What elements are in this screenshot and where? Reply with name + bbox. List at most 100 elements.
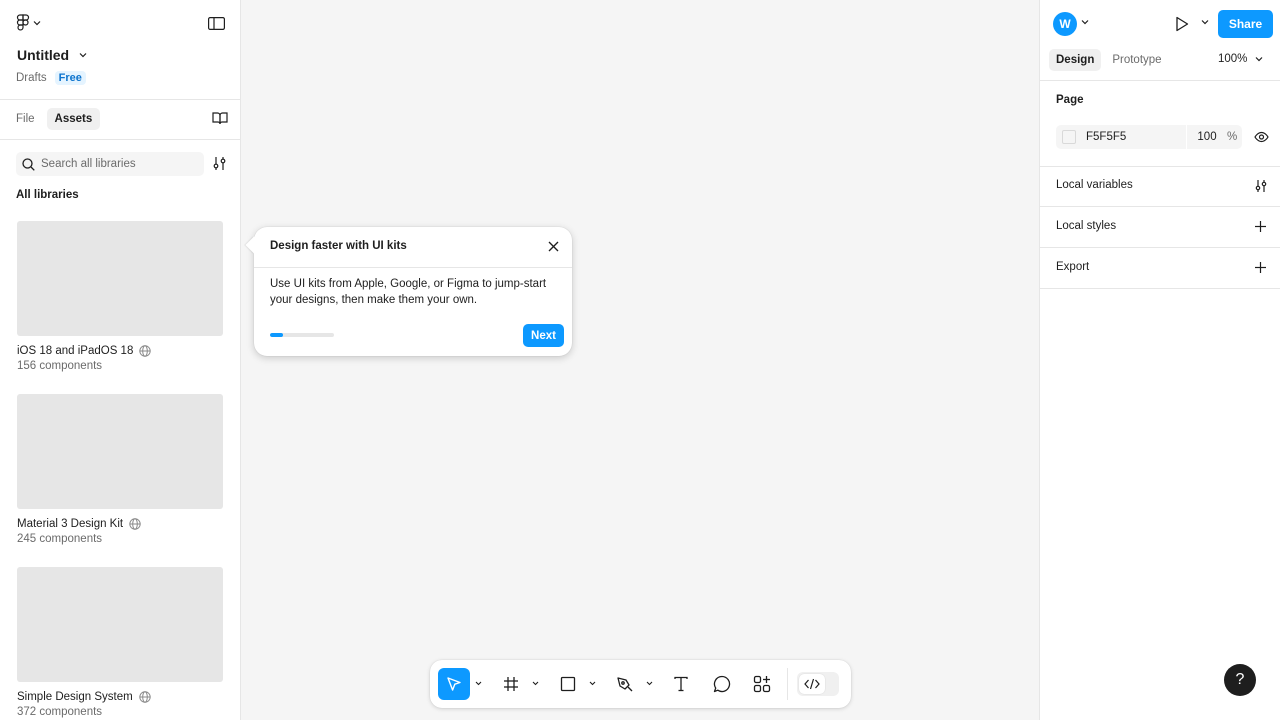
chevron-down-icon [1255,56,1263,62]
library-name-row: Material 3 Design Kit [17,518,223,530]
rectangle-tool-icon [560,676,576,692]
search-icon [22,157,35,171]
eye-icon[interactable] [1254,131,1269,143]
search-input[interactable] [41,158,201,170]
library-count: 245 components [17,533,103,545]
chevron-down-icon[interactable] [1081,19,1089,25]
color-swatch[interactable] [1062,130,1076,144]
chevron-down-icon[interactable] [646,681,653,686]
pen-tool-icon [616,675,634,693]
globe-icon [139,345,152,357]
library-thumbnail [17,567,223,682]
avatar[interactable]: W [1053,12,1077,36]
local-styles-label: Local styles [1056,220,1117,232]
rectangle-tool-button[interactable] [552,668,584,700]
progress-fill [270,333,283,337]
library-card[interactable]: Material 3 Design Kit 245 components [17,394,223,545]
library-name-row: Simple Design System [17,691,223,703]
local-variables-label[interactable]: Local variables [1056,179,1133,191]
chevron-down-icon[interactable] [589,681,596,686]
dev-mode-toggle[interactable] [797,672,839,696]
actions-icon [753,675,771,693]
chevron-down-icon[interactable] [532,681,539,686]
onboarding-popover: Design faster with UI kits Use UI kits f… [245,227,572,356]
divider [1040,166,1280,167]
comment-tool-icon [713,675,731,693]
toolbar-divider [787,668,788,700]
book-icon[interactable] [212,111,228,125]
figma-logo-icon [16,14,30,32]
text-tool-icon [673,676,689,692]
tab-prototype[interactable]: Prototype [1105,49,1168,71]
popover-title: Design faster with UI kits [270,240,407,252]
sliders-icon[interactable] [1254,179,1268,193]
export-label: Export [1056,261,1090,273]
filter-icon[interactable] [212,156,227,171]
frame-tool-icon [503,676,519,692]
divider [0,139,240,140]
share-button[interactable]: Share [1218,10,1273,38]
library-thumbnail [17,394,223,509]
opacity-unit: % [1227,131,1238,143]
file-title-text: Untitled [17,47,70,63]
actions-button[interactable] [746,668,778,700]
play-icon[interactable] [1175,16,1189,32]
main-menu-button[interactable] [16,14,41,32]
library-name-row: iOS 18 and iPadOS 18 [17,345,223,357]
help-button[interactable]: ? [1224,664,1256,696]
file-meta: Drafts Free [16,71,86,85]
library-name: iOS 18 and iPadOS 18 [17,345,134,357]
bottom-toolbar [430,660,851,708]
text-tool-button[interactable] [665,668,697,700]
divider [1040,247,1280,248]
next-button[interactable]: Next [523,324,564,347]
library-count: 156 components [17,360,103,372]
left-tabs: File Assets [8,108,101,130]
right-tabs: Design Prototype [1049,49,1169,71]
frame-tool-button[interactable] [495,668,527,700]
file-title[interactable]: Untitled [17,47,87,63]
library-card[interactable]: Simple Design System 372 components [17,567,223,718]
library-card[interactable]: iOS 18 and iPadOS 18 156 components [17,221,223,372]
comment-tool-button[interactable] [706,668,738,700]
left-sidebar: Untitled Drafts Free File Assets All lib… [0,0,241,720]
divider [1040,206,1280,207]
library-name: Simple Design System [17,691,133,703]
zoom-control[interactable]: 100% [1218,53,1263,65]
divider [254,267,572,268]
libraries-heading: All libraries [16,189,79,201]
search-field[interactable] [16,152,204,176]
code-icon [799,674,825,694]
move-tool-button[interactable] [438,668,470,700]
tab-assets[interactable]: Assets [46,108,101,130]
library-thumbnail [17,221,223,336]
zoom-value: 100% [1218,53,1248,65]
move-tool-icon [445,675,463,693]
page-section-title: Page [1056,94,1084,106]
popover-pointer [245,236,263,254]
globe-icon [138,691,151,703]
plus-icon[interactable] [1254,261,1267,274]
tab-design[interactable]: Design [1049,49,1102,71]
close-icon[interactable] [548,241,559,252]
divider [0,99,240,100]
globe-icon [129,518,141,530]
divider [1040,288,1280,289]
chevron-down-icon[interactable] [475,681,482,686]
color-hex[interactable]: F5F5F5 [1086,131,1186,143]
chevron-down-icon [33,20,41,26]
tab-file[interactable]: File [8,108,43,130]
divider [1040,80,1280,81]
page-color-field[interactable]: F5F5F5 100 % [1056,125,1242,149]
library-name: Material 3 Design Kit [17,518,124,530]
pen-tool-button[interactable] [609,668,641,700]
chevron-down-icon [79,52,87,58]
opacity-value[interactable]: 100 [1187,131,1227,143]
sidebar-toggle-icon[interactable] [205,14,227,32]
chevron-down-icon[interactable] [1201,19,1209,25]
popover-progress [270,333,334,337]
plan-badge[interactable]: Free [54,71,86,85]
file-location[interactable]: Drafts [16,72,47,84]
popover-body: Use UI kits from Apple, Google, or Figma… [270,278,547,306]
plus-icon[interactable] [1254,220,1267,233]
